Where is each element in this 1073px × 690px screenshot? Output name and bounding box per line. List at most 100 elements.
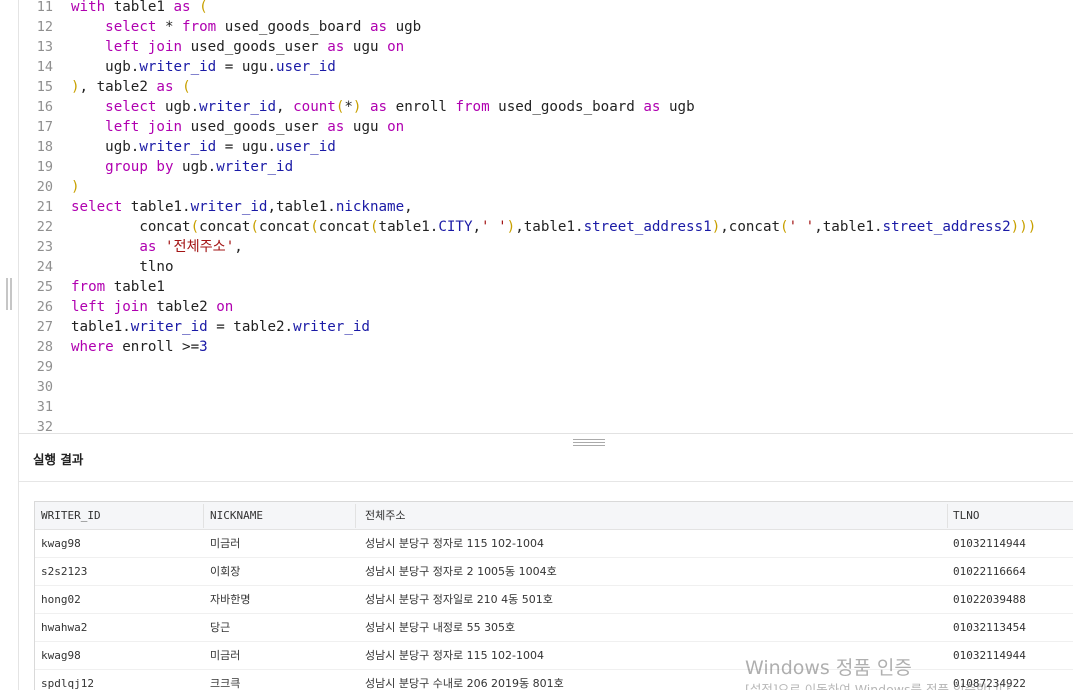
code-token: ,	[404, 199, 413, 215]
line-number: 31	[36, 399, 53, 415]
code-text[interactable]: from table1	[71, 277, 165, 297]
results-panel: 실행 결과 WRITER_ID NICKNAME 전체주소 TLNO kwag9…	[19, 433, 1073, 690]
column-separator[interactable]	[203, 504, 204, 528]
table-body: kwag98 미금러 성남시 분당구 정자로 115 102-1004 0103211…	[35, 530, 1073, 690]
code-token: ,	[234, 239, 243, 255]
code-text[interactable]: where enroll >=3	[71, 337, 208, 357]
cell-tlno[interactable]: 01022116664	[953, 558, 1073, 586]
code-token: = ugu.	[216, 139, 277, 155]
code-token: select	[105, 19, 157, 35]
cell-nickname[interactable]: 미금러	[210, 530, 350, 558]
cell-writer-id[interactable]: kwag98	[41, 530, 201, 558]
code-line[interactable]: 20)	[19, 177, 1073, 197]
code-token: ugu	[344, 39, 388, 55]
code-line[interactable]: 31	[19, 397, 1073, 417]
code-token: used_goods_board	[216, 19, 370, 35]
code-line[interactable]: 11 with table1 as (	[19, 0, 1073, 17]
code-text[interactable]: with table1 as (	[71, 0, 208, 17]
code-text[interactable]: ugb.writer_id = ugu.user_id	[71, 137, 336, 157]
code-line[interactable]: 15), table2 as (	[19, 77, 1073, 97]
code-line[interactable]: 17 left join used_goods_user as ugu on	[19, 117, 1073, 137]
cell-writer-id[interactable]: hong02	[41, 586, 201, 614]
code-line[interactable]: 18 ugb.writer_id = ugu.user_id	[19, 137, 1073, 157]
code-line[interactable]: 14 ugb.writer_id = ugu.user_id	[19, 57, 1073, 77]
column-header-address[interactable]: 전체주소	[365, 502, 945, 530]
cell-nickname[interactable]: 당근	[210, 614, 350, 642]
code-line[interactable]: 32	[19, 417, 1073, 433]
code-line[interactable]: 21 select table1.writer_id,table1.nicknam…	[19, 197, 1073, 217]
code-line[interactable]: 26 left join table2 on	[19, 297, 1073, 317]
cell-writer-id[interactable]: hwahwa2	[41, 614, 201, 642]
code-line[interactable]: 19 group by ugb.writer_id	[19, 157, 1073, 177]
code-line[interactable]: 24 tlno	[19, 257, 1073, 277]
column-separator[interactable]	[355, 504, 356, 528]
code-text[interactable]: left join table2 on	[71, 297, 233, 317]
code-text[interactable]: as '전체주소',	[71, 237, 243, 257]
sql-code-editor[interactable]: 11 with table1 as (12 select * from used_…	[19, 0, 1073, 433]
table-row[interactable]: kwag98 미금러 성남시 분당구 정자로 115 102-1004 0103211…	[35, 530, 1073, 558]
code-token: writer_id	[216, 159, 294, 175]
code-line[interactable]: 28 where enroll >=3	[19, 337, 1073, 357]
code-text[interactable]: select table1.writer_id,table1.nickname,	[71, 197, 413, 217]
cell-tlno[interactable]: 01032113454	[953, 614, 1073, 642]
cell-tlno[interactable]: 01022039488	[953, 586, 1073, 614]
code-line[interactable]: 29	[19, 357, 1073, 377]
cell-tlno[interactable]: 01032114944	[953, 642, 1073, 670]
code-text[interactable]: tlno	[71, 257, 173, 277]
cell-tlno[interactable]: 01032114944	[953, 530, 1073, 558]
line-number: 29	[36, 359, 53, 375]
table-row[interactable]: hwahwa2 당근 성남시 분당구 내정로 55 305호 01032113454	[35, 614, 1073, 642]
code-text[interactable]: concat(concat(concat(concat(table1.CITY,…	[71, 217, 1036, 237]
cell-nickname[interactable]: 이회장	[210, 558, 350, 586]
left-splitter[interactable]	[0, 0, 18, 690]
code-token: table1.	[122, 199, 191, 215]
code-token: table2	[147, 299, 217, 315]
cell-address[interactable]: 성남시 분당구 내정로 55 305호	[365, 614, 945, 642]
cell-writer-id[interactable]: s2s2123	[41, 558, 201, 586]
code-text[interactable]: select * from used_goods_board as ugb	[71, 17, 421, 37]
cell-writer-id[interactable]: spdlqj12	[41, 670, 201, 690]
table-row[interactable]: kwag98 미금러 성남시 분당구 정자로 115 102-1004 0103211…	[35, 642, 1073, 670]
cell-address[interactable]: 성남시 분당구 정자로 115 102-1004	[365, 530, 945, 558]
cell-nickname[interactable]: 미금러	[210, 642, 350, 670]
code-line[interactable]: 30	[19, 377, 1073, 397]
code-line[interactable]: 25 from table1	[19, 277, 1073, 297]
cell-nickname[interactable]: 크크큭	[210, 670, 350, 690]
cell-nickname[interactable]: 자바한명	[210, 586, 350, 614]
code-token: user_id	[276, 59, 336, 75]
cell-address[interactable]: 성남시 분당구 정자일로 210 4동 501호	[365, 586, 945, 614]
line-number: 23	[36, 239, 53, 255]
code-text[interactable]: )	[71, 177, 80, 197]
column-separator[interactable]	[947, 504, 948, 528]
code-text[interactable]: left join used_goods_user as ugu on	[71, 117, 404, 137]
code-line[interactable]: 22 concat(concat(concat(concat(table1.CI…	[19, 217, 1073, 237]
code-line[interactable]: 13 left join used_goods_user as ugu on	[19, 37, 1073, 57]
code-token: (	[310, 219, 319, 235]
column-header-writer-id[interactable]: WRITER_ID	[41, 502, 201, 530]
table-row[interactable]: s2s2123 이회장 성남시 분당구 정자로 2 1005동 1004호 01022…	[35, 558, 1073, 586]
code-line[interactable]: 12 select * from used_goods_board as ugb	[19, 17, 1073, 37]
cell-writer-id[interactable]: kwag98	[41, 642, 201, 670]
column-header-nickname[interactable]: NICKNAME	[210, 502, 350, 530]
code-text[interactable]: left join used_goods_user as ugu on	[71, 37, 404, 57]
cell-address[interactable]: 성남시 분당구 정자로 2 1005동 1004호	[365, 558, 945, 586]
code-token: from	[182, 19, 217, 35]
code-token: table1	[105, 0, 174, 15]
code-line[interactable]: 27 table1.writer_id = table2.writer_id	[19, 317, 1073, 337]
code-text[interactable]: ), table2 as (	[71, 77, 191, 97]
table-row[interactable]: hong02 자바한명 성남시 분당구 정자일로 210 4동 501호 010220…	[35, 586, 1073, 614]
code-line[interactable]: 23 as '전체주소',	[19, 237, 1073, 257]
code-token: writer_id	[199, 99, 277, 115]
code-text[interactable]: table1.writer_id = table2.writer_id	[71, 317, 370, 337]
splitter-grip-icon[interactable]	[6, 278, 14, 310]
column-header-tlno[interactable]: TLNO	[953, 502, 1073, 530]
code-text[interactable]: ugb.writer_id = ugu.user_id	[71, 57, 336, 77]
code-line[interactable]: 16 select ugb.writer_id, count(*) as enr…	[19, 97, 1073, 117]
resize-grip-icon[interactable]	[573, 439, 605, 446]
code-text[interactable]: select ugb.writer_id, count(*) as enroll…	[71, 97, 694, 117]
code-text[interactable]: group by ugb.writer_id	[71, 157, 293, 177]
code-token: on	[387, 39, 405, 55]
